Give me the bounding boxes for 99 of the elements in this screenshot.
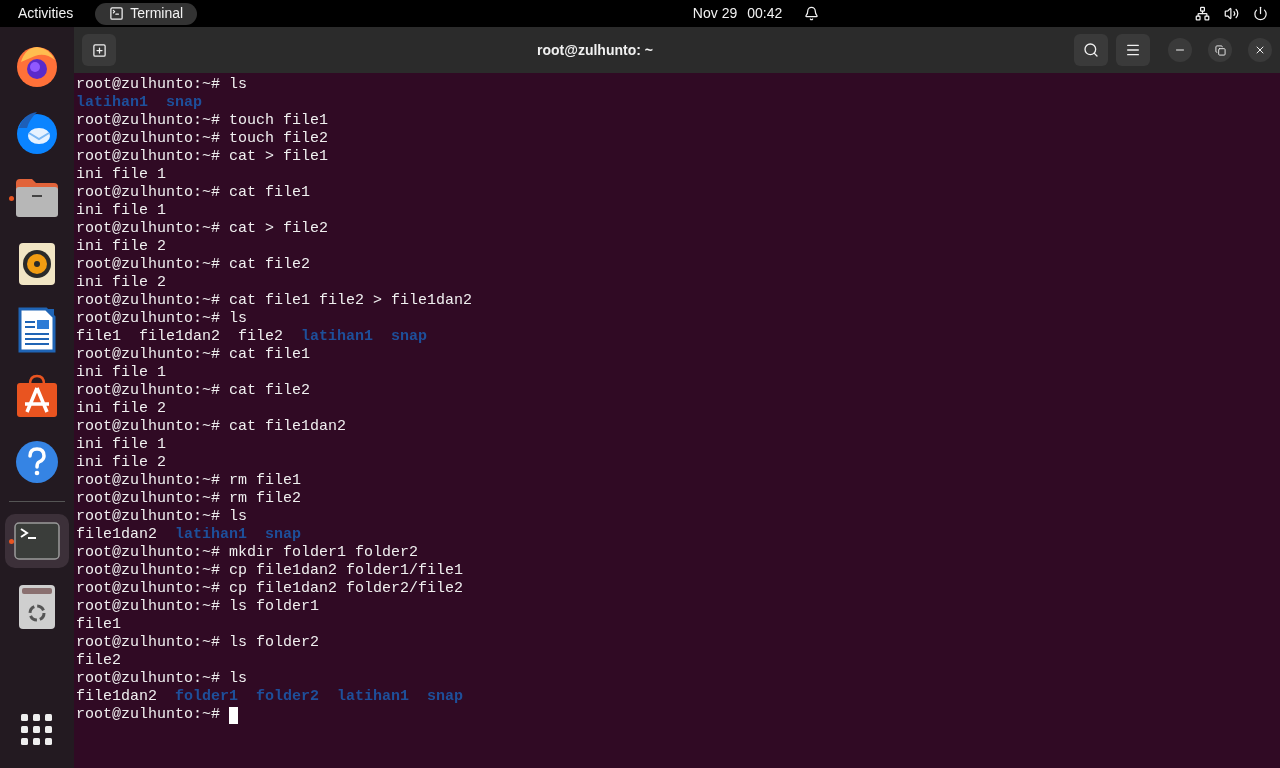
output-text: ini file 2 <box>76 238 167 256</box>
shell-prompt: root@zulhunto:~# <box>76 148 221 166</box>
bell-icon[interactable] <box>804 6 820 21</box>
directory-name: snap <box>391 328 428 346</box>
command-text: cat > file2 <box>229 220 329 238</box>
search-icon <box>1083 42 1099 58</box>
menu-button[interactable] <box>1116 34 1150 66</box>
speaker-icon <box>18 242 56 286</box>
output-text: ini file 1 <box>76 202 167 220</box>
directory-name: latihan1 <box>175 526 248 544</box>
command-text: cp file1dan2 folder1/file1 <box>229 562 464 580</box>
command-text: mkdir folder1 folder2 <box>229 544 419 562</box>
command-text: ls folder2 <box>229 634 320 652</box>
output-text: ini file 1 <box>76 364 167 382</box>
help-icon <box>15 440 59 484</box>
shell-prompt: root@zulhunto:~# <box>76 634 221 652</box>
output-text: ini file 2 <box>76 274 167 292</box>
command-text: cat file1 file2 > file1dan2 <box>229 292 473 310</box>
file-name: file1 <box>76 328 121 346</box>
command-text: rm file2 <box>229 490 302 508</box>
shell-prompt: root@zulhunto:~# <box>76 382 221 400</box>
activities-button[interactable]: Activities <box>8 3 84 24</box>
document-icon <box>18 307 56 353</box>
shell-prompt: root@zulhunto:~# <box>76 472 221 490</box>
menu-icon <box>1125 42 1141 58</box>
shell-prompt: root@zulhunto:~# <box>76 544 221 562</box>
shell-prompt: root@zulhunto:~# <box>76 76 221 94</box>
command-text: cp file1dan2 folder2/file2 <box>229 580 464 598</box>
shell-prompt: root@zulhunto:~# <box>76 562 221 580</box>
command-text: ls <box>229 76 248 94</box>
output-text: file1 <box>76 616 122 634</box>
file-name: file1dan2 <box>76 526 157 544</box>
shell-prompt: root@zulhunto:~# <box>76 112 221 130</box>
shell-prompt: root@zulhunto:~# <box>76 256 221 274</box>
output-text: ini file 2 <box>76 454 167 472</box>
shell-prompt: root@zulhunto:~# <box>76 490 221 508</box>
shell-prompt: root@zulhunto:~# <box>76 580 221 598</box>
command-text: cat file2 <box>229 256 311 274</box>
output-text: file2 <box>76 652 122 670</box>
directory-name: folder1 <box>175 688 239 706</box>
file-name: file1dan2 <box>76 688 157 706</box>
shell-prompt: root@zulhunto:~# <box>76 292 221 310</box>
shell-prompt: root@zulhunto:~# <box>76 418 221 436</box>
terminal-icon <box>109 6 125 21</box>
directory-name: snap <box>427 688 464 706</box>
power-icon[interactable] <box>1253 6 1268 21</box>
command-text: cat file2 <box>229 382 311 400</box>
command-text: ls <box>229 670 248 688</box>
directory-name: snap <box>166 94 203 112</box>
network-icon[interactable] <box>1195 6 1210 21</box>
restore-button[interactable] <box>1208 38 1232 62</box>
restore-icon <box>1214 44 1226 56</box>
directory-name: snap <box>265 526 302 544</box>
window-title: root@zulhunto: ~ <box>537 40 653 60</box>
command-text: cat file1dan2 <box>229 418 347 436</box>
shell-prompt: root@zulhunto:~# <box>76 598 221 616</box>
command-text: cat file1 <box>229 346 311 364</box>
search-button[interactable] <box>1074 34 1108 66</box>
date-text[interactable]: Nov 29 <box>692 3 738 24</box>
globe-fox-icon <box>15 44 59 88</box>
shell-prompt: root@zulhunto:~# <box>76 346 221 364</box>
folder-icon <box>14 177 60 219</box>
directory-name: latihan1 <box>337 688 410 706</box>
command-text: touch file1 <box>229 112 329 130</box>
shell-prompt: root@zulhunto:~# <box>76 220 221 238</box>
app-menu-button[interactable]: Terminal <box>95 2 198 25</box>
close-icon <box>1254 44 1266 56</box>
shell-prompt: root@zulhunto:~# <box>76 130 221 148</box>
directory-name: latihan1 <box>301 328 374 346</box>
file-name: file2 <box>238 328 284 346</box>
shell-prompt: root@zulhunto:~# <box>76 706 221 724</box>
output-text: ini file 1 <box>76 436 167 454</box>
clock-text[interactable]: 00:42 <box>747 3 783 24</box>
shell-prompt: root@zulhunto:~# <box>76 310 221 328</box>
terminal-icon <box>14 522 60 560</box>
command-text: touch file2 <box>229 130 329 148</box>
new-tab-button[interactable] <box>82 34 116 66</box>
output-text: ini file 2 <box>76 400 167 418</box>
close-button[interactable] <box>1248 38 1272 62</box>
terminal-body[interactable] <box>74 73 1280 768</box>
command-text: ls <box>229 508 248 526</box>
output-text: ini file 1 <box>76 166 167 184</box>
shell-prompt: root@zulhunto:~# <box>76 184 221 202</box>
directory-name: latihan1 <box>76 94 148 112</box>
command-text: ls folder1 <box>229 598 320 616</box>
plus-icon <box>91 42 107 58</box>
minimize-button[interactable] <box>1168 38 1192 62</box>
shopping-bag-icon <box>15 374 59 418</box>
shell-prompt: root@zulhunto:~# <box>76 670 221 688</box>
directory-name: folder2 <box>256 688 320 706</box>
file-name: file1dan2 <box>139 328 221 346</box>
shell-prompt: root@zulhunto:~# <box>76 508 221 526</box>
apps-grid-icon[interactable] <box>21 714 53 746</box>
volume-icon[interactable] <box>1224 6 1239 21</box>
command-text: cat file1 <box>229 184 311 202</box>
command-text: rm file1 <box>229 472 302 490</box>
trash-icon <box>18 584 56 630</box>
command-text: ls <box>229 310 248 328</box>
command-text: cat > file1 <box>229 148 329 166</box>
